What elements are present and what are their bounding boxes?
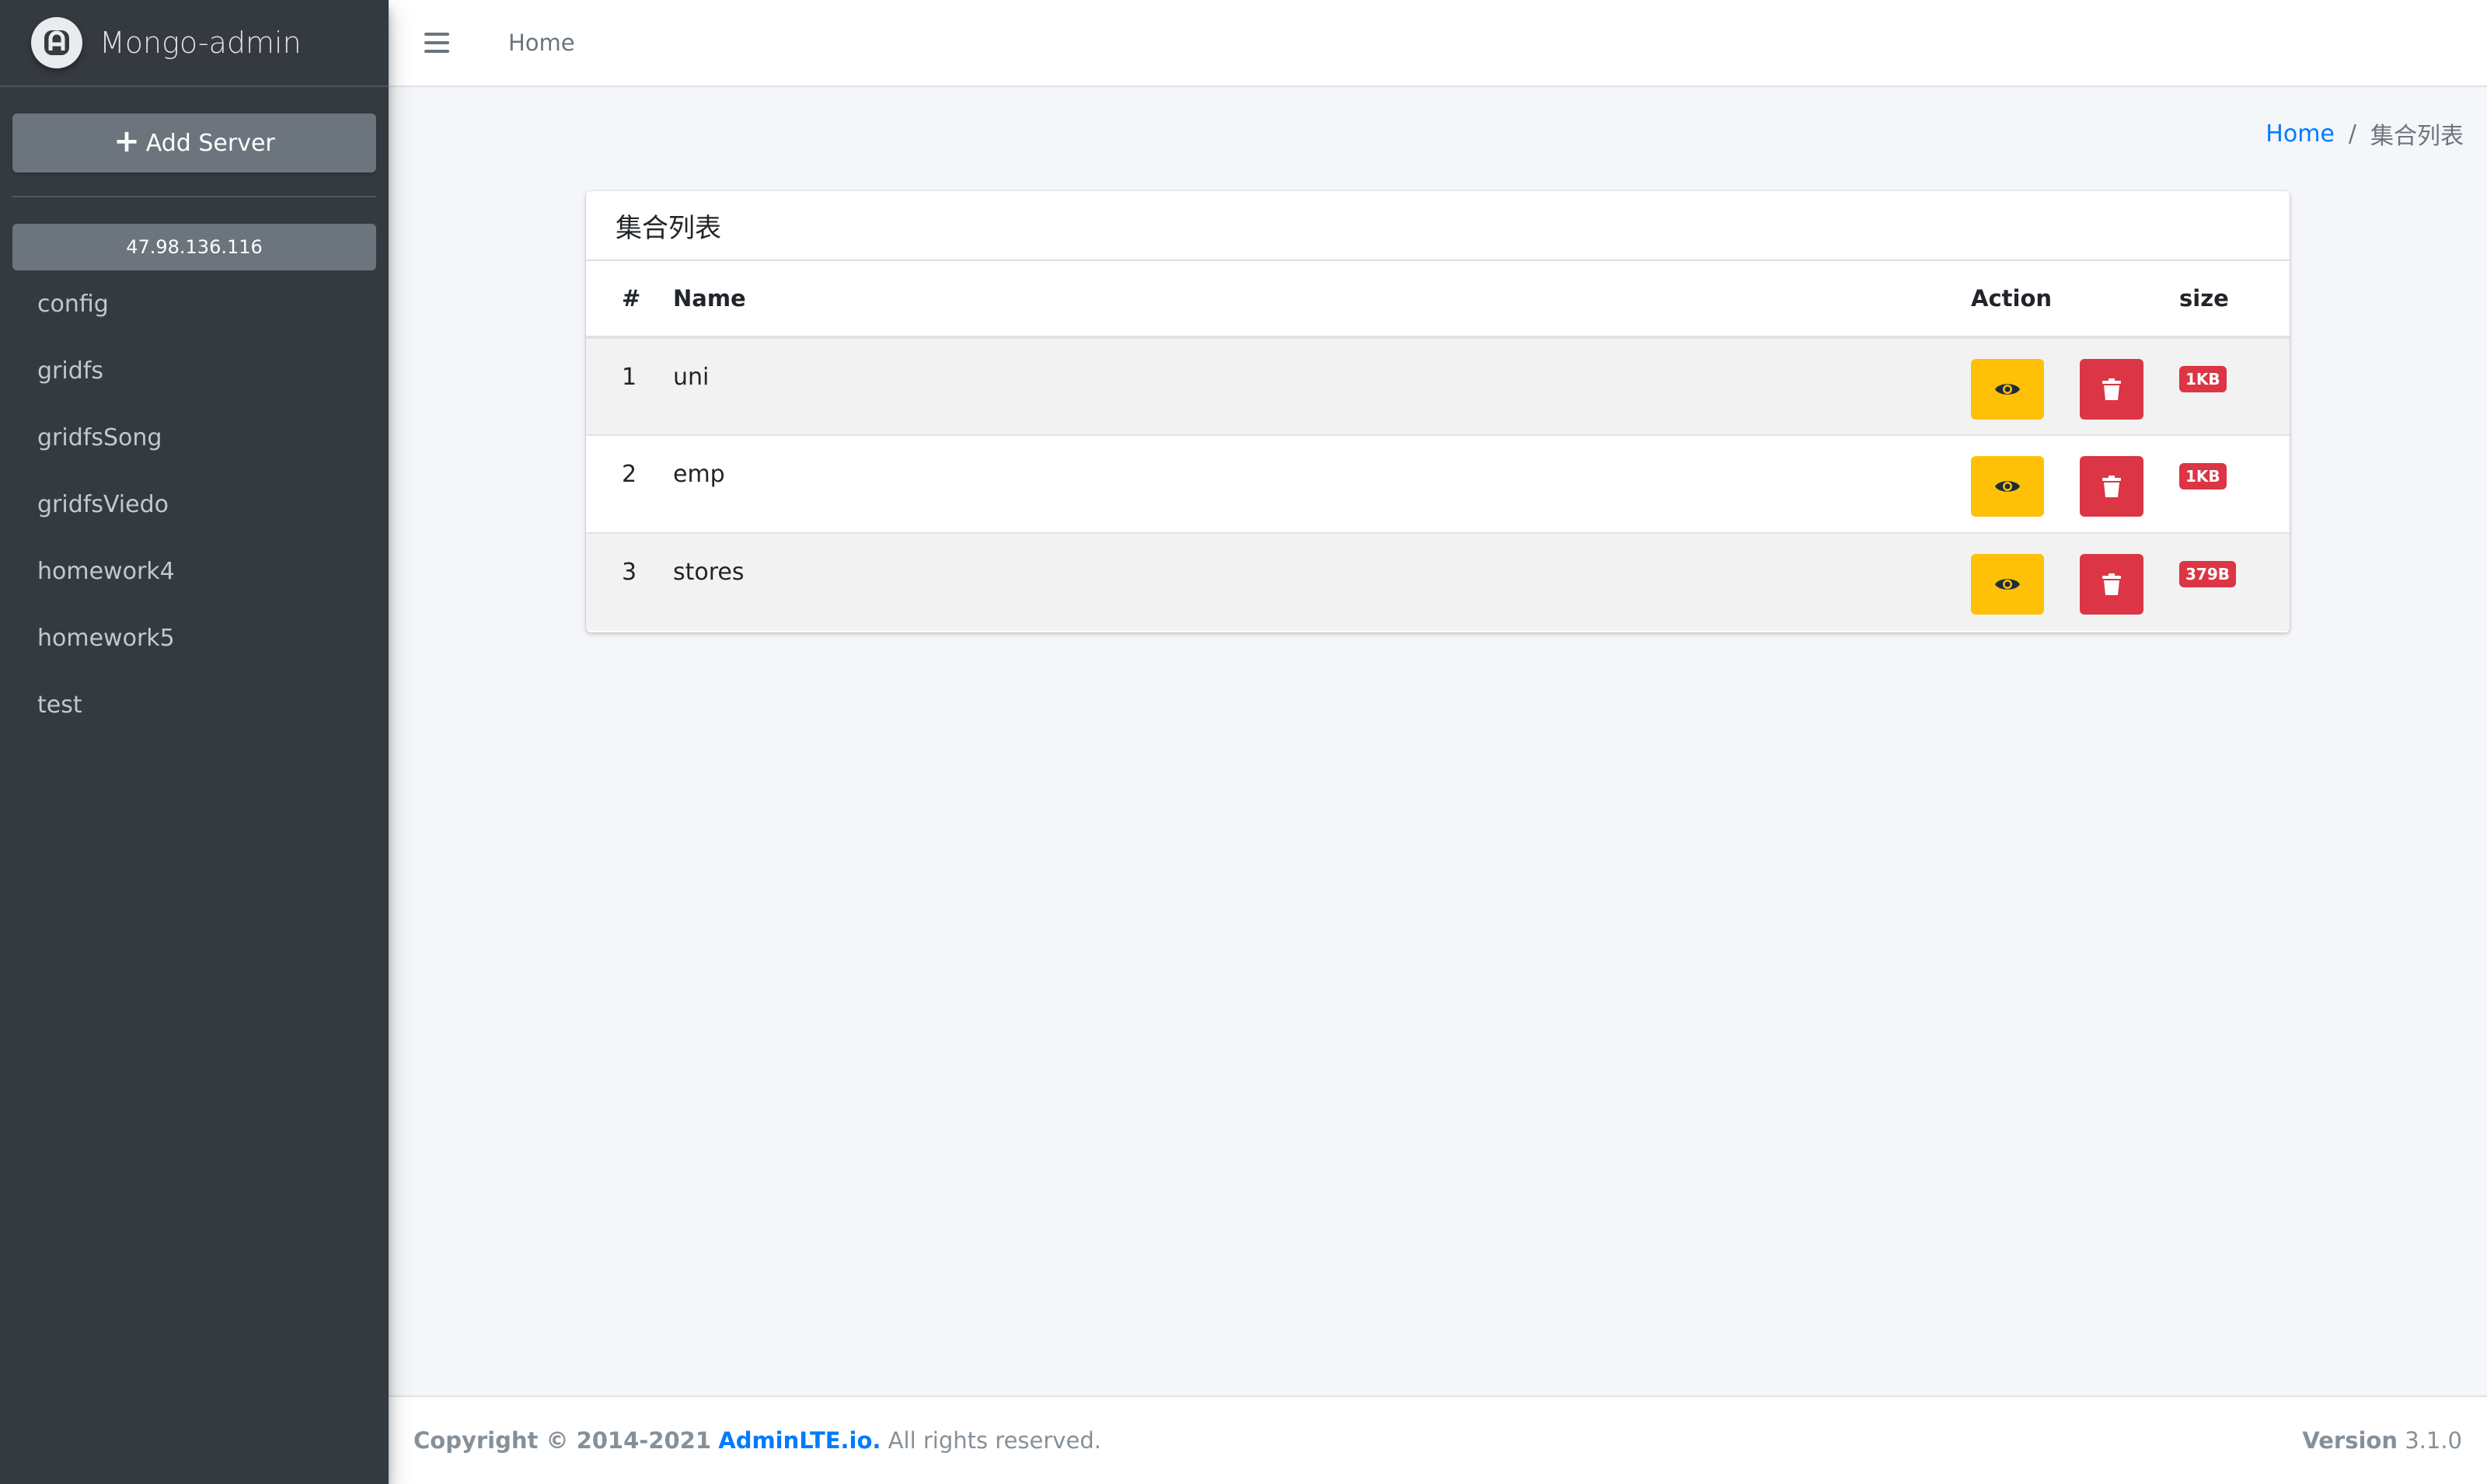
nav-home-link[interactable]: Home <box>508 30 575 56</box>
collection-card: 集合列表 # Name Action size 1 uni 1KB 2 emp … <box>586 191 2290 632</box>
card-title: 集合列表 <box>586 191 2290 261</box>
trash-icon <box>2102 476 2121 497</box>
brand-link[interactable]: Mongo-admin <box>0 0 389 87</box>
version-number: 3.1.0 <box>2405 1427 2462 1454</box>
top-navbar: Home <box>389 0 2487 87</box>
collection-table: # Name Action size 1 uni 1KB 2 emp 1KB 3… <box>586 261 2290 631</box>
view-button[interactable] <box>1971 554 2044 615</box>
add-server-button[interactable]: + Add Server <box>12 113 376 172</box>
column-header-name: Name <box>673 285 746 312</box>
table-row: 1 uni 1KB <box>586 337 2290 435</box>
collection-name[interactable]: stores <box>673 533 1971 631</box>
rights-text: All rights reserved. <box>888 1427 1101 1454</box>
main-sidebar: Mongo-admin + Add Server 47.98.136.116 c… <box>0 0 389 1484</box>
breadcrumb-separator: / <box>2348 120 2356 148</box>
breadcrumb: Home / 集合列表 <box>2266 117 2464 151</box>
view-button[interactable] <box>1971 359 2044 420</box>
size-badge: 1KB <box>2179 366 2227 392</box>
delete-button[interactable] <box>2080 554 2143 615</box>
sidebar-divider <box>12 196 376 197</box>
brand-title: Mongo-admin <box>99 26 302 60</box>
row-number: 1 <box>622 364 637 391</box>
add-server-label: Add Server <box>145 129 275 157</box>
delete-button[interactable] <box>2080 456 2143 517</box>
size-badge: 379B <box>2179 561 2236 587</box>
eye-icon <box>1995 481 2020 492</box>
sidebar-item-gridfsviedo[interactable]: gridfsViedo <box>0 471 389 538</box>
main-footer: Copyright © 2014-2021 AdminLTE.io. All r… <box>389 1395 2487 1484</box>
sidebar-item-gridfs[interactable]: gridfs <box>0 337 389 404</box>
sidebar-item-test[interactable]: test <box>0 671 389 738</box>
row-number: 3 <box>622 559 637 586</box>
adminlte-link[interactable]: AdminLTE.io. <box>718 1427 881 1454</box>
table-row: 2 emp 1KB <box>586 435 2290 533</box>
row-number: 2 <box>622 461 637 488</box>
trash-icon <box>2102 573 2121 595</box>
collection-name[interactable]: uni <box>673 337 1971 435</box>
mongo-admin-logo-icon <box>31 17 82 68</box>
sidebar-item-homework5[interactable]: homework5 <box>0 604 389 671</box>
size-badge: 1KB <box>2179 463 2227 489</box>
collection-name[interactable]: emp <box>673 435 1971 533</box>
table-row: 3 stores 379B <box>586 533 2290 631</box>
view-button[interactable] <box>1971 456 2044 517</box>
breadcrumb-current: 集合列表 <box>2370 123 2464 150</box>
table-header-row: # Name Action size <box>586 261 2290 337</box>
eye-icon <box>1995 579 2020 590</box>
column-header-action: Action <box>1971 285 2053 312</box>
server-item[interactable]: 47.98.136.116 <box>12 224 376 270</box>
column-header-size: size <box>2179 285 2229 312</box>
sidebar-item-config[interactable]: config <box>0 270 389 337</box>
sidebar-item-homework4[interactable]: homework4 <box>0 538 389 604</box>
copyright-text: Copyright © 2014-2021 <box>413 1427 712 1454</box>
sidebar-item-gridfssong[interactable]: gridfsSong <box>0 404 389 471</box>
plus-icon: + <box>113 124 140 159</box>
menu-toggle-icon[interactable] <box>424 33 449 53</box>
delete-button[interactable] <box>2080 359 2143 420</box>
database-list: config gridfs gridfsSong gridfsViedo hom… <box>0 270 389 738</box>
eye-icon <box>1995 384 2020 395</box>
footer-copyright: Copyright © 2014-2021 AdminLTE.io. All r… <box>413 1427 1101 1454</box>
footer-version: Version 3.1.0 <box>2302 1427 2462 1454</box>
trash-icon <box>2102 378 2121 400</box>
breadcrumb-home[interactable]: Home <box>2266 120 2335 148</box>
column-header-num: # <box>622 285 641 312</box>
version-label: Version <box>2302 1427 2398 1454</box>
